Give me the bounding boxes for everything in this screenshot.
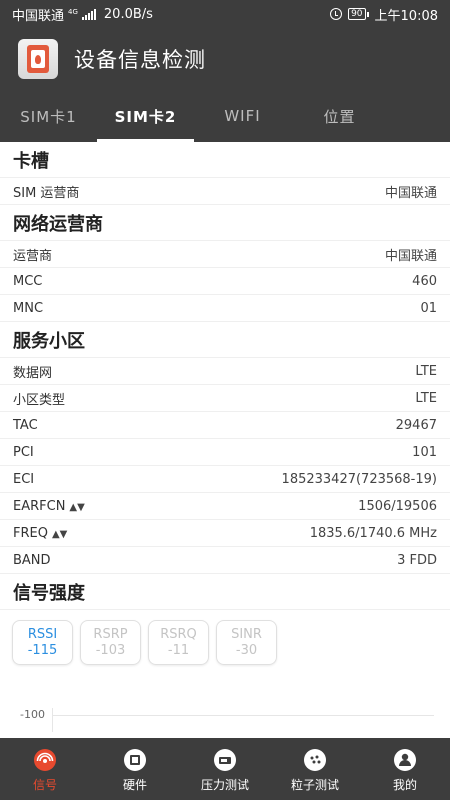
row-label: ECI	[13, 471, 35, 487]
battery-icon: 90	[348, 8, 370, 20]
row-value: 1506/19506	[358, 498, 437, 514]
tab-location[interactable]: 位置	[291, 90, 388, 142]
tab-sim1[interactable]: SIM卡1	[0, 90, 97, 142]
row-value: LTE	[415, 390, 437, 406]
row-value: 中国联通	[384, 185, 437, 201]
info-row-cell-type: 小区类型 LTE	[0, 385, 450, 412]
sort-arrows-icon[interactable]: ▲▼	[52, 529, 67, 540]
bottom-nav: 信号 硬件 压力测试 粒子测试 我的	[0, 738, 450, 800]
chip-name: SINR	[231, 626, 262, 642]
row-label: 数据网	[13, 365, 53, 381]
section-title-card-slot: 卡槽	[0, 142, 450, 178]
hardware-icon	[122, 746, 148, 772]
row-label: 小区类型	[13, 392, 66, 408]
graph-axis	[52, 708, 53, 732]
row-value: 1835.6/1740.6 MHz	[309, 525, 437, 541]
nav-signal[interactable]: 信号	[0, 738, 90, 800]
row-value: 中国联通	[384, 248, 437, 264]
nav-profile[interactable]: 我的	[360, 738, 450, 800]
cell-signal-icon	[81, 8, 96, 20]
nav-particle-test[interactable]: 粒子测试	[270, 738, 360, 800]
row-value: 101	[412, 444, 437, 460]
info-row-freq[interactable]: FREQ ▲▼ 1835.6/1740.6 MHz	[0, 520, 450, 547]
nav-hardware[interactable]: 硬件	[90, 738, 180, 800]
chip-name: RSRQ	[160, 626, 197, 642]
row-label: PCI	[13, 444, 34, 460]
network-type: 4G	[68, 7, 78, 16]
row-label: MNC	[13, 300, 44, 316]
info-list[interactable]: 卡槽 SIM 运营商 中国联通 网络运营商 运营商 中国联通 MCC 460 M…	[0, 142, 450, 738]
section-title-signal: 信号强度	[0, 574, 450, 610]
status-left: 中国联通 4G 20.0B/s	[12, 5, 153, 24]
nav-label: 压力测试	[200, 777, 249, 792]
clock: 上午10:08	[374, 8, 438, 24]
row-label: BAND	[13, 552, 51, 568]
alarm-icon	[330, 8, 343, 20]
row-value: 01	[420, 300, 437, 316]
status-right: 90 上午10:08	[330, 5, 438, 24]
network-speed: 20.0B/s	[103, 6, 153, 22]
info-row-mnc: MNC 01	[0, 295, 450, 322]
row-label: MCC	[13, 273, 43, 289]
chip-value: -103	[95, 642, 126, 658]
particle-test-icon	[302, 746, 328, 772]
row-label-group: EARFCN ▲▼	[13, 499, 85, 514]
app-logo-icon	[18, 39, 58, 79]
row-label: 运营商	[13, 248, 53, 264]
chip-name: RSRP	[93, 626, 128, 642]
info-row-operator: 运营商 中国联通	[0, 241, 450, 268]
nav-stress-test[interactable]: 压力测试	[180, 738, 270, 800]
chip-rssi[interactable]: RSSI -115	[12, 620, 73, 665]
carrier-name: 中国联通	[12, 8, 65, 24]
row-label-group: FREQ ▲▼	[13, 526, 67, 541]
row-label: FREQ	[13, 525, 48, 541]
nav-label: 粒子测试	[290, 777, 339, 792]
row-label: TAC	[13, 417, 38, 433]
app-bar: 设备信息检测	[0, 28, 450, 90]
signal-graph: -100	[0, 672, 450, 732]
tab-sim2[interactable]: SIM卡2	[97, 90, 194, 142]
chip-name: RSSI	[27, 626, 58, 642]
sort-arrows-icon[interactable]: ▲▼	[69, 502, 84, 513]
stress-test-icon	[212, 746, 238, 772]
tab-wifi[interactable]: WIFI	[194, 90, 291, 142]
section-title-serving-cell: 服务小区	[0, 322, 450, 358]
section-title-network-operator: 网络运营商	[0, 205, 450, 241]
info-row-earfcn[interactable]: EARFCN ▲▼ 1506/19506	[0, 493, 450, 520]
chip-value: -11	[167, 642, 190, 658]
nav-label: 我的	[392, 777, 417, 792]
tab-bar: SIM卡1 SIM卡2 WIFI 位置	[0, 90, 450, 142]
row-value: 460	[412, 273, 437, 289]
chip-value: -115	[27, 642, 58, 658]
chip-sinr[interactable]: SINR -30	[216, 620, 277, 665]
graph-gridline	[52, 715, 434, 716]
row-value: 3 FDD	[397, 552, 437, 568]
info-row-sim-operator: SIM 运营商 中国联通	[0, 178, 450, 205]
status-bar: 中国联通 4G 20.0B/s 90 上午10:08	[0, 0, 450, 28]
row-label: EARFCN	[13, 498, 66, 514]
row-value: LTE	[415, 363, 437, 379]
signal-metric-chips: RSSI -115 RSRP -103 RSRQ -11 SINR -30	[0, 610, 450, 672]
chip-rsrq[interactable]: RSRQ -11	[148, 620, 209, 665]
signal-icon	[32, 746, 58, 772]
nav-label: 硬件	[122, 777, 147, 792]
app-title: 设备信息检测	[74, 48, 206, 72]
row-label: SIM 运营商	[13, 185, 80, 201]
info-row-eci: ECI 185233427(723568-19)	[0, 466, 450, 493]
info-row-mcc: MCC 460	[0, 268, 450, 295]
profile-icon	[392, 746, 418, 772]
info-row-band: BAND 3 FDD	[0, 547, 450, 574]
row-value: 185233427(723568-19)	[281, 471, 437, 487]
info-row-data-network: 数据网 LTE	[0, 358, 450, 385]
info-row-tac: TAC 29467	[0, 412, 450, 439]
chip-value: -30	[235, 642, 258, 658]
nav-label: 信号	[32, 777, 57, 792]
row-value: 29467	[395, 417, 437, 433]
battery-level: 90	[351, 9, 363, 19]
graph-y-label: -100	[20, 708, 45, 721]
info-row-pci: PCI 101	[0, 439, 450, 466]
chip-rsrp[interactable]: RSRP -103	[80, 620, 141, 665]
